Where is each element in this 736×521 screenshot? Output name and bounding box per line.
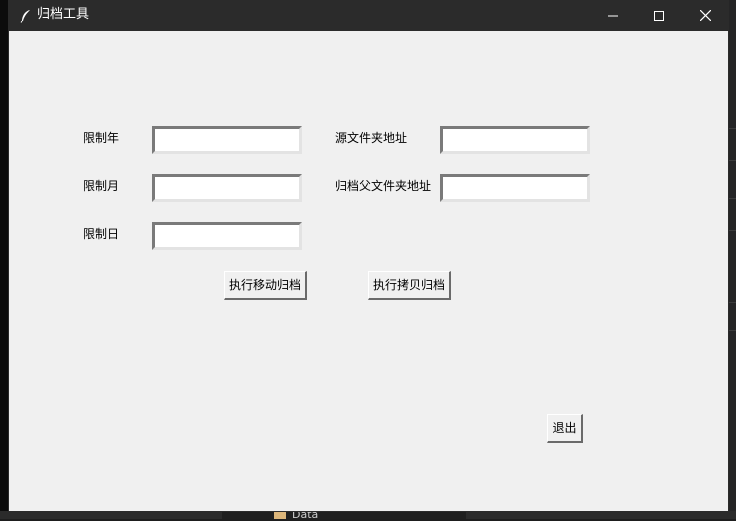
source-folder-field[interactable] (440, 126, 590, 154)
day-label: 限制日 (83, 227, 120, 241)
copy-archive-button[interactable]: 执行拷贝归档 (368, 271, 451, 300)
minimize-icon (608, 15, 618, 16)
move-archive-button[interactable]: 执行移动归档 (224, 271, 307, 300)
month-input[interactable] (155, 177, 299, 199)
background-file-explorer: Data (0, 509, 736, 521)
close-button[interactable] (682, 0, 728, 31)
folder-icon (274, 512, 286, 519)
archive-parent-folder-label: 归档父文件夹地址 (335, 179, 432, 193)
minimize-button[interactable] (590, 0, 636, 31)
year-field[interactable] (152, 126, 302, 154)
exit-button[interactable]: 退出 (547, 414, 583, 443)
year-label: 限制年 (83, 131, 120, 145)
month-field[interactable] (152, 174, 302, 202)
background-editor-panel (728, 0, 736, 519)
archive-parent-folder-input[interactable] (443, 177, 587, 199)
close-icon (699, 10, 711, 21)
feather-icon (19, 8, 33, 23)
form-area: 限制年 限制月 限制日 源文件夹地址 归档父文件夹地址 执行移动归档 执行拷贝归… (9, 31, 728, 511)
month-label: 限制月 (83, 179, 120, 193)
source-folder-input[interactable] (443, 129, 587, 151)
year-input[interactable] (155, 129, 299, 151)
window-title: 归档工具 (37, 7, 90, 22)
source-folder-label: 源文件夹地址 (335, 131, 408, 145)
day-field[interactable] (152, 222, 302, 250)
maximize-button[interactable] (636, 0, 682, 31)
maximize-icon (654, 10, 664, 21)
archive-parent-folder-field[interactable] (440, 174, 590, 202)
day-input[interactable] (155, 225, 299, 247)
title-bar[interactable]: 归档工具 (9, 0, 728, 31)
archive-tool-window: 归档工具 限制年 限制月 限制日 源文件夹地址 归档父文件夹地址 执行移动归档 … (9, 0, 728, 511)
